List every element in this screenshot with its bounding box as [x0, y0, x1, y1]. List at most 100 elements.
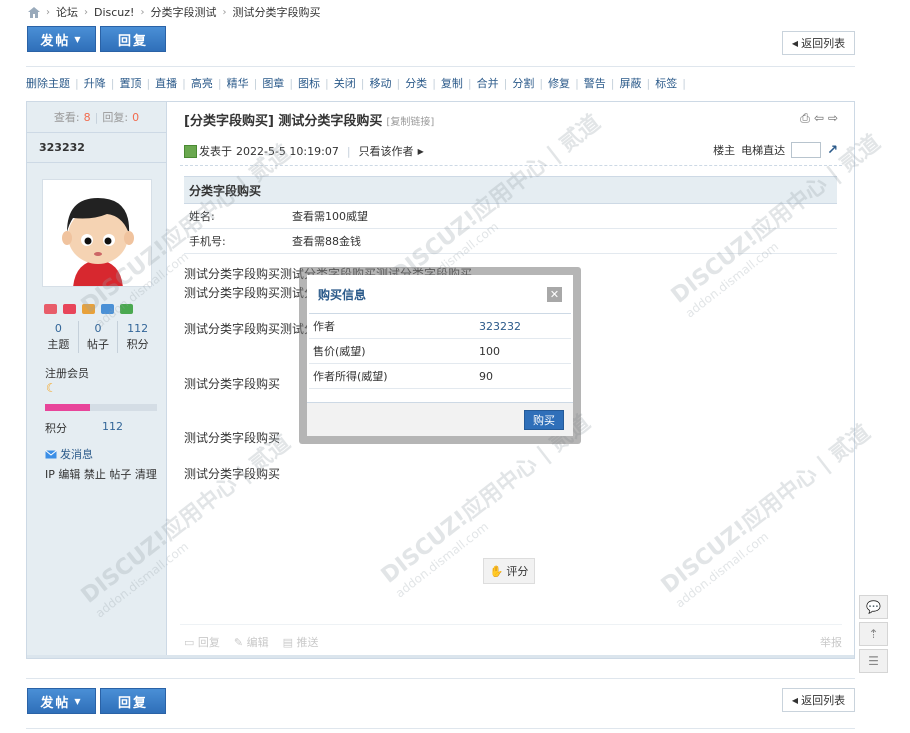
mod-live[interactable]: 直播 — [155, 75, 177, 91]
quick-reply-icon[interactable]: 💬 — [859, 595, 888, 619]
pencil-icon: ✎ — [233, 636, 244, 649]
dialog-footer: 购买 — [307, 402, 573, 436]
print-icon[interactable]: ⎙ — [800, 111, 810, 126]
usergroup[interactable]: 注册会员 — [45, 365, 89, 381]
go-arrow-icon[interactable]: ↗ — [827, 143, 838, 158]
mod-move[interactable]: 移动 — [369, 75, 391, 91]
send-message-label: 发消息 — [60, 448, 93, 461]
mod-classify[interactable]: 分类 — [405, 75, 427, 91]
new-post-label: 发帖 — [40, 695, 71, 711]
reply-action-label: 回复 — [197, 636, 220, 649]
breadcrumb-discuz[interactable]: Discuz! — [94, 6, 134, 19]
mod-delete-thread[interactable]: 删除主题 — [26, 75, 70, 91]
divider — [26, 678, 855, 679]
mod-icon[interactable]: 图标 — [298, 75, 320, 91]
dialog-row-key: 作者 — [313, 320, 335, 333]
reply-icon: ▭ — [184, 636, 195, 649]
mod-bump[interactable]: 升降 — [84, 75, 106, 91]
reply-action[interactable]: ▭ 回复 — [184, 634, 220, 650]
push-action-label: 推送 — [296, 636, 319, 649]
divider — [26, 728, 855, 729]
field-key: 姓名: — [189, 210, 215, 223]
mod-ban[interactable]: 屏蔽 — [620, 75, 642, 91]
stat-threads[interactable]: 0 主题 — [39, 321, 78, 353]
medal-icon — [101, 304, 114, 314]
breadcrumb: › 论坛 › Discuz! › 分类字段测试 › 测试分类字段购买 — [28, 4, 320, 20]
buy-button[interactable]: 购买 — [524, 410, 564, 430]
post-body-line: 测试分类字段购买 — [184, 467, 281, 481]
new-post-button-bottom[interactable]: 发帖 ▼ — [27, 688, 96, 714]
home-icon[interactable] — [28, 6, 40, 18]
mod-close[interactable]: 关闭 — [334, 75, 356, 91]
stat-label: 帖子 — [87, 338, 109, 351]
close-icon[interactable]: ✕ — [547, 286, 562, 302]
back-to-top-icon[interactable]: ⇡ — [859, 622, 888, 646]
mod-merge[interactable]: 合并 — [477, 75, 499, 91]
posted-at: 2022-5-5 10:19:07 — [236, 144, 339, 158]
edit-action[interactable]: ✎ 编辑 — [234, 634, 269, 650]
list-icon[interactable]: ☰ — [859, 649, 888, 673]
medal-icon — [63, 304, 76, 314]
mod-digest[interactable]: 精华 — [227, 75, 249, 91]
field-value[interactable]: 查看需88金钱 — [292, 233, 361, 249]
post-meta: 发表于 2022-5-5 10:19:07 | 只看该作者 ▶ — [184, 143, 424, 159]
mod-stick[interactable]: 置顶 — [119, 75, 141, 91]
back-to-list-label: 返回列表 — [801, 694, 846, 707]
mod-stamp[interactable]: 图章 — [262, 75, 284, 91]
new-post-label: 发帖 — [40, 33, 71, 49]
avatar[interactable] — [42, 179, 152, 287]
back-to-list-button[interactable]: ◀ 返回列表 — [782, 31, 855, 55]
caret-left-icon: ◀ — [791, 38, 799, 48]
reply-label: 回复 — [117, 33, 148, 49]
rate-button[interactable]: ✋ 评分 — [483, 558, 535, 584]
mod-highlight[interactable]: 高亮 — [191, 75, 213, 91]
only-author-link[interactable]: 只看该作者 — [359, 143, 414, 159]
breadcrumb-thread[interactable]: 测试分类字段购买 — [232, 4, 320, 20]
mod-split[interactable]: 分割 — [512, 75, 534, 91]
report-link[interactable]: 举报 — [820, 634, 842, 650]
back-to-list-button-bottom[interactable]: ◀ 返回列表 — [782, 688, 855, 712]
author-stats: 0 主题 0 帖子 112 积分 — [39, 321, 157, 353]
dialog-row: 售价(威望) 100 — [309, 339, 571, 364]
author-earn-value: 90 — [479, 369, 493, 383]
dialog-header: 购买信息 ✕ — [307, 275, 573, 313]
post-title: [分类字段购买] 测试分类字段购买 — [184, 114, 383, 129]
admin-links[interactable]: IP 编辑 禁止 帖子 清理 — [45, 466, 157, 482]
stat-value: 0 — [54, 322, 62, 335]
field-value[interactable]: 查看需100威望 — [292, 208, 368, 224]
dialog-row: 作者 323232 — [309, 314, 571, 339]
mod-copy[interactable]: 复制 — [441, 75, 463, 91]
dialog-row-key: 作者所得(威望) — [313, 370, 388, 383]
divider — [26, 66, 855, 67]
stat-posts[interactable]: 0 帖子 — [77, 321, 118, 353]
new-post-button[interactable]: 发帖 ▼ — [27, 26, 96, 52]
breadcrumb-forum[interactable]: 论坛 — [56, 4, 78, 20]
floor-label: 楼主 — [713, 144, 736, 157]
replies-count: 0 — [132, 110, 140, 124]
author-link[interactable]: 323232 — [479, 320, 521, 333]
mod-repair[interactable]: 修复 — [548, 75, 570, 91]
send-message-link[interactable]: 发消息 — [45, 446, 93, 462]
chevron-right-icon: › — [140, 6, 145, 18]
reply-button-bottom[interactable]: 回复 — [100, 688, 166, 714]
push-action[interactable]: ▤ 推送 — [283, 634, 319, 650]
post-title-row: [分类字段购买] 测试分类字段购买 [复制链接] — [184, 110, 434, 129]
points-label: 积分 — [45, 422, 67, 435]
mod-tag[interactable]: 标签 — [655, 75, 677, 91]
copy-link[interactable]: [复制链接] — [386, 113, 434, 128]
caret-right-icon: ▶ — [417, 146, 424, 156]
online-status-icon — [184, 144, 197, 158]
post-bottom-border — [27, 655, 854, 658]
points-value: 112 — [102, 420, 123, 433]
breadcrumb-category[interactable]: 分类字段测试 — [150, 4, 216, 20]
views-count: 8 — [83, 110, 91, 124]
prev-thread-icon[interactable]: ⇦ — [814, 111, 824, 126]
next-thread-icon[interactable]: ⇨ — [828, 111, 838, 126]
chevron-right-icon: › — [222, 6, 227, 18]
reply-button[interactable]: 回复 — [100, 26, 166, 52]
edit-action-label: 编辑 — [246, 636, 269, 649]
author-name[interactable]: 323232 — [27, 133, 166, 163]
mod-warn[interactable]: 警告 — [584, 75, 606, 91]
floor-input[interactable] — [791, 142, 822, 158]
stat-points[interactable]: 112 积分 — [117, 321, 157, 353]
